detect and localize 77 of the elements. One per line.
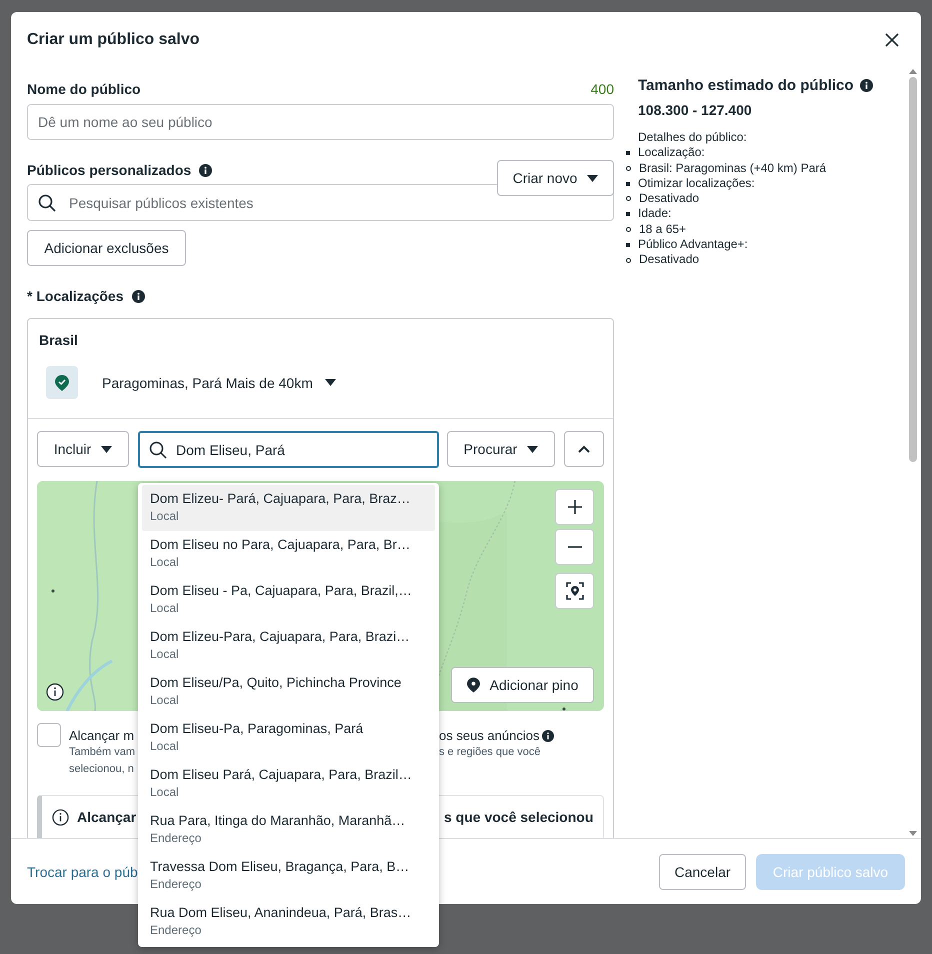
checkbox-label: os seus anúncios (439, 727, 540, 744)
info-icon[interactable] (860, 78, 873, 92)
caret-icon[interactable] (324, 379, 336, 386)
notice-title: Alcançar (77, 809, 135, 825)
suggestion-item[interactable]: Dom Elizeu-Para, Cajuapara, Para, Brazi… Local (142, 623, 435, 669)
checkbox-note: Também vam (69, 745, 136, 760)
suggestion-item[interactable]: Dom Eliseu/Pa, Quito, Pichincha Province Local (142, 669, 435, 715)
caret-icon (587, 174, 598, 182)
search-mode-dropdown[interactable]: Procurar (447, 431, 555, 467)
cancel-button[interactable]: Cancelar (659, 854, 746, 890)
location-search-field[interactable]: Dom Eliseu, Pará (138, 431, 439, 468)
info-icon (52, 809, 69, 826)
details-heading: Detalhes do público: (638, 130, 748, 146)
character-count: 400 (590, 81, 614, 97)
suggestion-item[interactable]: Dom Eliseu-Pa, Paragominas, Pará Local (142, 715, 435, 761)
suggestion-item[interactable]: Dom Eliseu - Pa, Cajuapara, Para, Brazil,… Local (142, 577, 435, 623)
bullet-icon (626, 150, 630, 155)
detail-label: Idade: (638, 206, 672, 222)
info-icon[interactable] (46, 683, 64, 701)
suggestion-item[interactable]: Travessa Dom Eliseu, Bragança, Para, B… Endereço (142, 853, 435, 899)
info-icon[interactable] (199, 164, 212, 176)
field-label: * Localizações (27, 288, 124, 304)
dialog-title: Criar um público salvo (27, 30, 200, 48)
switch-link[interactable]: Trocar para o púb (27, 864, 138, 880)
suggestion-item[interactable]: Dom Elizeu- Pará, Cajuapara, Para, Braz… Local (142, 485, 435, 531)
bullet-icon (626, 182, 630, 186)
notice-title: s que você selecionou (444, 809, 594, 825)
pin-icon (46, 366, 78, 399)
suggestion-item[interactable]: Rua Dom Eliseu, Ananindeua, Pará, Bras… Endereço (142, 899, 435, 945)
bullet-icon (626, 258, 631, 263)
field-label: Nome do público (27, 81, 141, 97)
add-pin-button[interactable]: Adicionar pino (451, 667, 594, 703)
search-icon (149, 441, 167, 459)
checkbox[interactable] (37, 723, 61, 747)
create-new-button[interactable]: Criar novo (497, 160, 614, 196)
search-field[interactable]: Pesquisar públicos existentes (27, 184, 614, 221)
scrollbar[interactable] (908, 67, 918, 838)
location-target-icon (566, 582, 584, 600)
detail-value: Desativado (639, 252, 700, 268)
plus-icon (568, 500, 582, 514)
zoom-in-button[interactable] (555, 489, 594, 525)
suggestion-item[interactable]: Dom Eliseu no Para, Cajuapara, Para, Br… Local (142, 531, 435, 577)
suggestion-item[interactable]: Rua Para, Itinga do Maranhão, Maranhã… Endereço (142, 807, 435, 853)
close-icon[interactable] (885, 32, 899, 46)
detail-label: Localização: (638, 145, 705, 161)
detail-value: 18 a 65+ (639, 222, 686, 238)
estimate-title: Tamanho estimado do público (638, 76, 854, 94)
country-label: Brasil (39, 332, 79, 348)
detail-value: Brasil: Paragominas (+40 km) Pará (639, 160, 826, 176)
include-dropdown[interactable]: Incluir (37, 431, 129, 467)
audience-name-field[interactable]: Dê um nome ao seu público (27, 104, 614, 140)
chevron-up-icon (578, 445, 590, 453)
detail-label: Otimizar localizações: (638, 176, 755, 192)
bullet-icon (626, 226, 631, 232)
checkbox-note: s e regiões que você (439, 745, 541, 760)
detail-value: Desativado (639, 191, 700, 206)
checkbox-label: Alcançar m (69, 727, 136, 744)
caret-icon (101, 446, 112, 452)
detail-label: Público Advantage+: (638, 237, 748, 252)
field-label: Públicos personalizados (27, 162, 192, 178)
search-icon (38, 194, 56, 212)
bullet-icon (626, 242, 630, 247)
location-dropdown[interactable]: Paragominas, Pará Mais de 40km (102, 374, 313, 390)
scroll-down-arrow-icon[interactable] (909, 831, 917, 836)
bullet-icon (626, 196, 631, 202)
audience-size-range: 108.300 - 127.400 (638, 102, 753, 118)
add-exclusions-button[interactable]: Adicionar exclusões (27, 230, 186, 266)
suggestion-item[interactable]: Dom Eliseu Pará, Cajuapara, Para, Brazil… Local (142, 761, 435, 807)
bullet-icon (626, 212, 630, 216)
info-icon[interactable] (132, 290, 144, 302)
scroll-up-arrow-icon[interactable] (909, 69, 917, 74)
pin-icon (466, 677, 480, 693)
locate-button[interactable] (555, 573, 594, 609)
caret-icon (527, 446, 538, 452)
bullet-icon (626, 166, 631, 171)
checkbox-note: selecionou, n (69, 762, 135, 777)
info-icon[interactable] (542, 730, 554, 742)
